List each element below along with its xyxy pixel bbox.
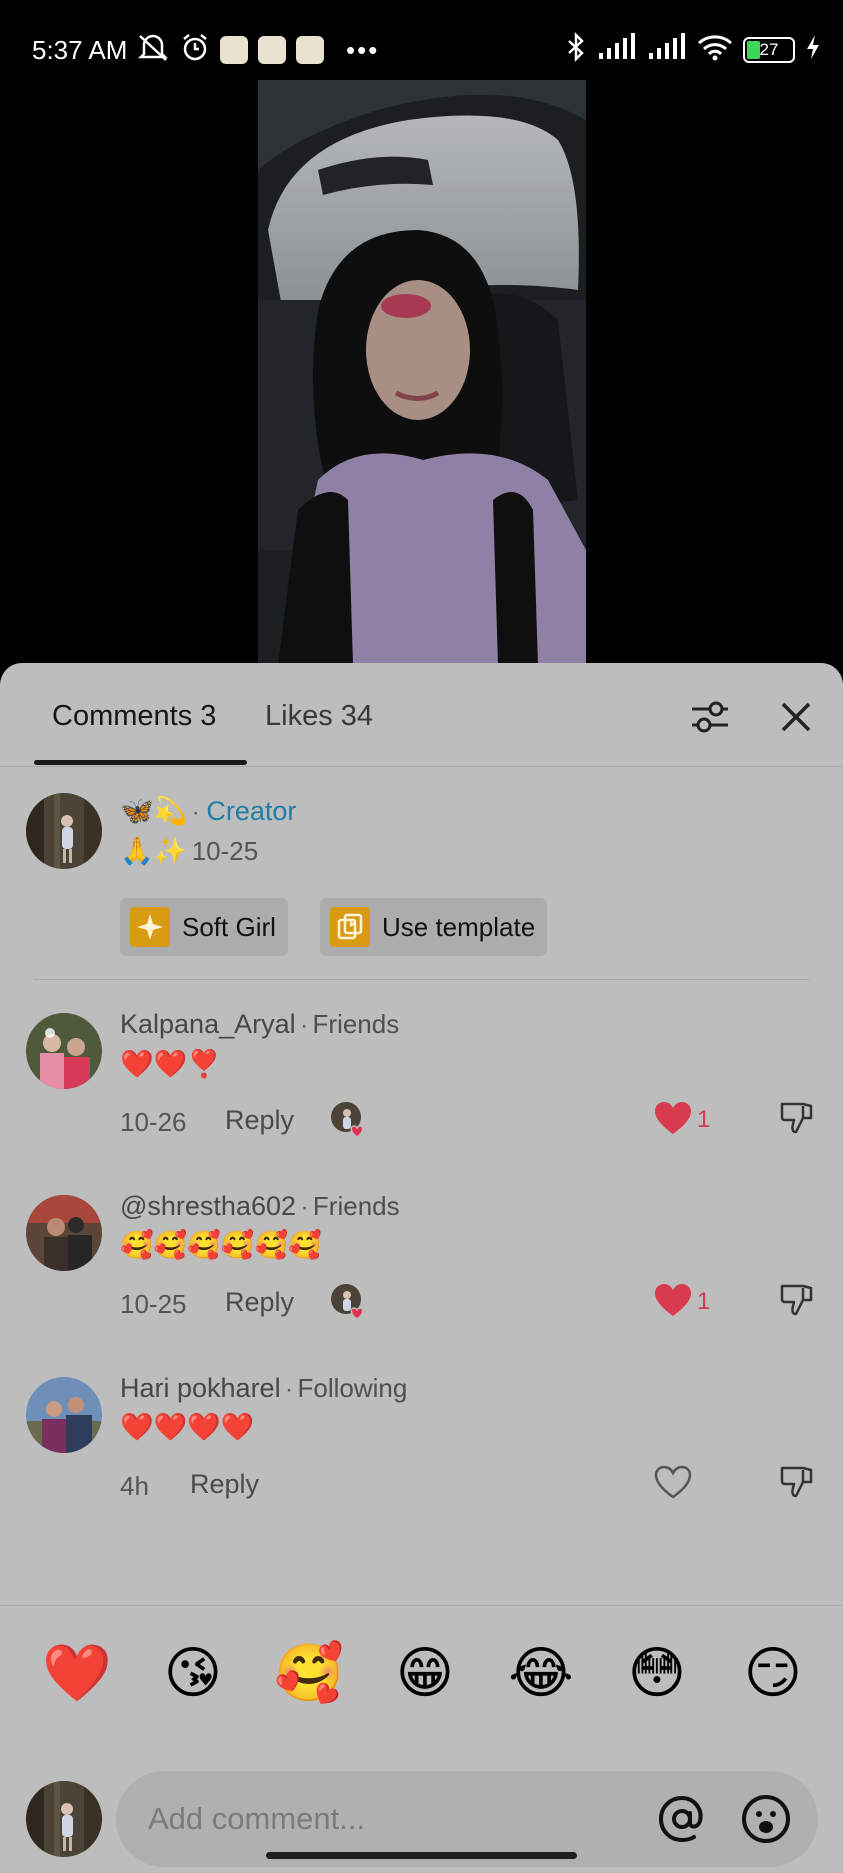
tab-likes[interactable]: Likes 34 [265, 699, 373, 733]
home-indicator[interactable] [266, 1852, 577, 1859]
creator-comment-text: 🙏✨ [120, 836, 188, 866]
smiley-icon [742, 1795, 790, 1843]
app-icon [296, 35, 324, 64]
soft-girl-label: Soft Girl [182, 911, 276, 942]
reply-button[interactable]: Reply [225, 1287, 294, 1318]
comment-date: 4h [120, 1471, 149, 1501]
wifi-icon [697, 33, 733, 66]
close-icon [781, 702, 811, 732]
filter-button[interactable] [688, 697, 732, 737]
soft-girl-chip[interactable]: Soft Girl [120, 898, 288, 956]
comments-sheet: Comments 3 Likes 34 🦋💫 · Creator 🙏✨ 10-2… [0, 663, 843, 1873]
thumbs-down-icon [780, 1102, 813, 1134]
reply-button[interactable]: Reply [190, 1469, 259, 1500]
comment-input-placeholder: Add comment... [148, 1801, 366, 1836]
at-icon [658, 1795, 703, 1843]
use-template-chip[interactable]: Use template [320, 898, 548, 956]
quick-emoji-flushed[interactable]: 😳 [622, 1638, 692, 1708]
heart-filled-icon [655, 1284, 691, 1316]
use-template-label: Use template [382, 911, 536, 942]
comment-header: Hari pokharel · Following [120, 1373, 408, 1403]
comment-username[interactable]: Kalpana_Aryal [120, 1009, 296, 1039]
creator-badge: Creator [206, 796, 297, 826]
status-right-icons: 27 [565, 31, 821, 67]
creator-liked-avatar [330, 1101, 364, 1138]
quick-emoji-smirk[interactable]: 😏 [738, 1638, 808, 1708]
mention-button[interactable] [656, 1793, 708, 1845]
alarm-icon [180, 32, 210, 67]
avatar[interactable] [26, 1013, 102, 1089]
signal-icon [597, 33, 637, 66]
dislike-button[interactable] [779, 1100, 815, 1136]
creator-comment-date: 10-25 [191, 836, 259, 866]
creator-emojis: 🦋💫 [120, 796, 188, 826]
bluetooth-icon [565, 31, 587, 67]
quick-emoji-kiss[interactable]: 😘 [158, 1638, 228, 1708]
comment-text: ❤️❤️❤️❤️ [120, 1412, 255, 1442]
charging-icon [805, 33, 821, 66]
comment-date: 10-25 [120, 1289, 187, 1319]
active-tab-indicator [34, 760, 247, 765]
thumbs-down-icon [780, 1466, 813, 1498]
comment-username[interactable]: Hari pokharel [120, 1373, 281, 1403]
status-left-icons: ••• [136, 32, 379, 67]
emoji-picker-button[interactable] [740, 1793, 792, 1845]
avatar[interactable] [26, 1195, 102, 1271]
download-icon [258, 35, 286, 64]
comment-username[interactable]: @shrestha602 [120, 1191, 296, 1221]
sliders-icon [692, 701, 728, 733]
tab-comments[interactable]: Comments 3 [52, 699, 216, 733]
close-button[interactable] [776, 697, 816, 737]
comment-relation: Friends [312, 1009, 400, 1039]
status-bar: 5:37 AM ••• 27 [0, 0, 843, 80]
quick-emoji-heart[interactable]: ❤️ [42, 1638, 112, 1708]
template-icon [330, 907, 370, 947]
creator-comment-body: 🙏✨ 10-25 [120, 835, 258, 867]
quick-emoji-laugh[interactable]: 😂 [506, 1638, 576, 1708]
quick-emoji-hearts-face[interactable]: 🥰 [274, 1638, 344, 1708]
like-button[interactable] [654, 1101, 692, 1135]
thumbs-down-icon [780, 1284, 813, 1316]
comment-header: @shrestha602 · Friends [120, 1191, 400, 1221]
heart-filled-icon [655, 1102, 691, 1134]
sparkle-icon [130, 907, 170, 947]
comment-date: 10-26 [120, 1107, 187, 1137]
avatar[interactable] [26, 1377, 102, 1453]
like-button[interactable] [654, 1465, 692, 1499]
creator-liked-avatar [330, 1283, 364, 1320]
creator-header: 🦋💫 · Creator [120, 796, 297, 826]
comment-relation: Following [297, 1373, 408, 1403]
quick-emoji-grin[interactable]: 😁 [390, 1638, 460, 1708]
app-icon [220, 35, 248, 64]
more-notifications-icon: ••• [346, 34, 380, 65]
mute-icon [136, 32, 170, 67]
comment-text: ❤️❤️❣️ [120, 1049, 221, 1079]
heart-outline-icon [654, 1465, 692, 1499]
signal-icon [647, 33, 687, 66]
status-time: 5:37 AM [32, 35, 128, 65]
comment-relation: Friends [312, 1191, 400, 1221]
dislike-button[interactable] [779, 1464, 815, 1500]
comment-header: Kalpana_Aryal · Friends [120, 1009, 400, 1039]
like-count: 1 [697, 1288, 711, 1315]
current-user-avatar[interactable] [26, 1781, 102, 1857]
like-count: 1 [697, 1106, 711, 1133]
creator-avatar[interactable] [26, 793, 102, 869]
battery-level: 27 [759, 39, 779, 59]
like-button[interactable] [654, 1283, 692, 1317]
creator-divider [34, 979, 809, 980]
dislike-button[interactable] [779, 1282, 815, 1318]
battery-icon: 27 [743, 36, 795, 63]
comment-text: 🥰🥰🥰🥰🥰🥰 [120, 1230, 322, 1260]
tab-bar: Comments 3 Likes 34 [0, 663, 843, 767]
reply-button[interactable]: Reply [225, 1105, 294, 1136]
video-preview[interactable] [258, 80, 586, 665]
